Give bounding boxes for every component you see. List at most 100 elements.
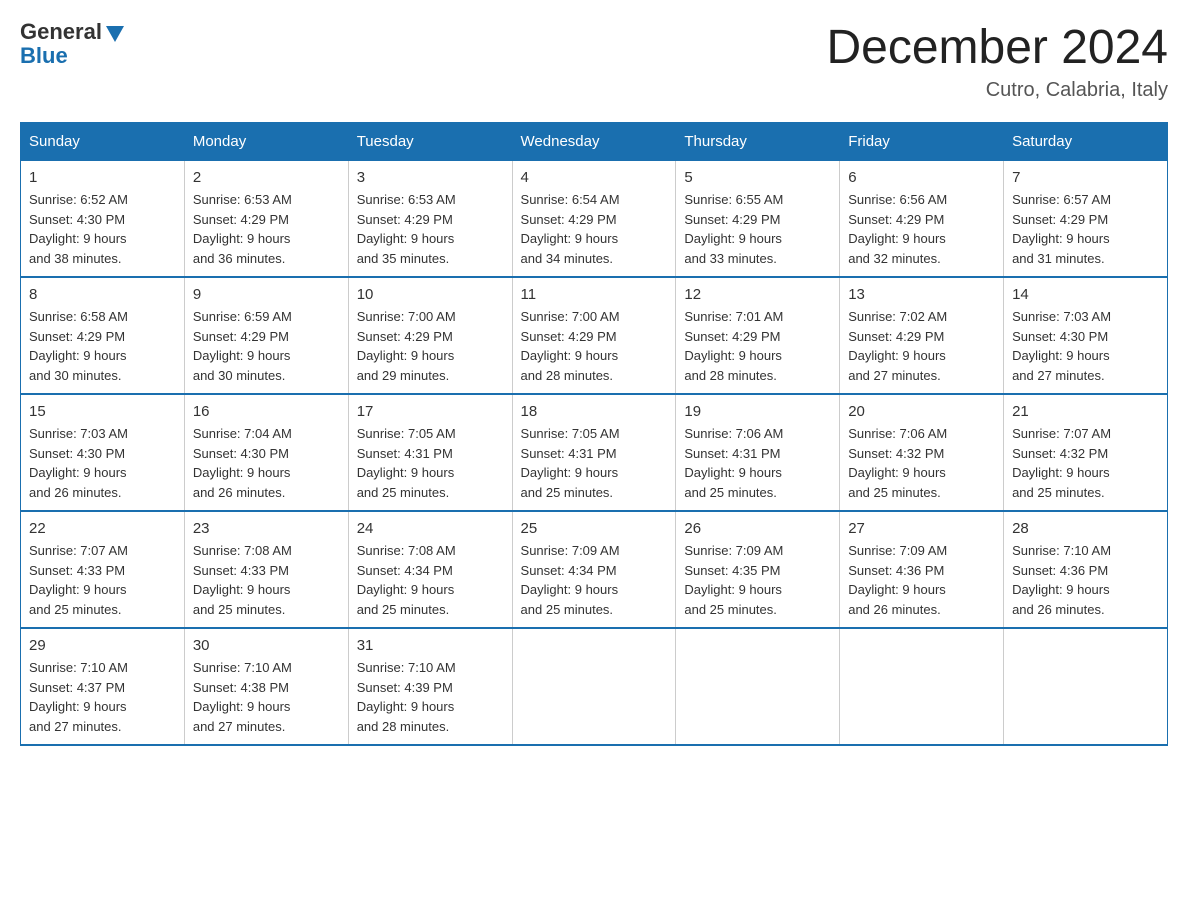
- day-number: 26: [684, 520, 831, 537]
- logo-top: General: [20, 20, 126, 44]
- calendar-cell: 16 Sunrise: 7:04 AM Sunset: 4:30 PM Dayl…: [184, 394, 348, 511]
- calendar-header-row: SundayMondayTuesdayWednesdayThursdayFrid…: [21, 123, 1168, 161]
- calendar-cell: [840, 628, 1004, 745]
- calendar-cell: [1004, 628, 1168, 745]
- day-info: Sunrise: 7:10 AM Sunset: 4:39 PM Dayligh…: [357, 658, 504, 736]
- day-info: Sunrise: 7:00 AM Sunset: 4:29 PM Dayligh…: [521, 307, 668, 385]
- day-info: Sunrise: 7:05 AM Sunset: 4:31 PM Dayligh…: [357, 424, 504, 502]
- day-number: 28: [1012, 520, 1159, 537]
- calendar-cell: 6 Sunrise: 6:56 AM Sunset: 4:29 PM Dayli…: [840, 161, 1004, 278]
- day-info: Sunrise: 7:02 AM Sunset: 4:29 PM Dayligh…: [848, 307, 995, 385]
- calendar-cell: 20 Sunrise: 7:06 AM Sunset: 4:32 PM Dayl…: [840, 394, 1004, 511]
- day-number: 4: [521, 169, 668, 186]
- day-info: Sunrise: 6:58 AM Sunset: 4:29 PM Dayligh…: [29, 307, 176, 385]
- weekday-header-sunday: Sunday: [21, 123, 185, 161]
- calendar-week-row: 8 Sunrise: 6:58 AM Sunset: 4:29 PM Dayli…: [21, 277, 1168, 394]
- day-number: 12: [684, 286, 831, 303]
- day-number: 11: [521, 286, 668, 303]
- day-number: 21: [1012, 403, 1159, 420]
- calendar-cell: 9 Sunrise: 6:59 AM Sunset: 4:29 PM Dayli…: [184, 277, 348, 394]
- calendar-cell: 10 Sunrise: 7:00 AM Sunset: 4:29 PM Dayl…: [348, 277, 512, 394]
- day-number: 30: [193, 637, 340, 654]
- calendar-cell: 31 Sunrise: 7:10 AM Sunset: 4:39 PM Dayl…: [348, 628, 512, 745]
- day-info: Sunrise: 7:03 AM Sunset: 4:30 PM Dayligh…: [1012, 307, 1159, 385]
- day-number: 3: [357, 169, 504, 186]
- day-info: Sunrise: 7:10 AM Sunset: 4:36 PM Dayligh…: [1012, 541, 1159, 619]
- day-info: Sunrise: 7:06 AM Sunset: 4:32 PM Dayligh…: [848, 424, 995, 502]
- weekday-header-saturday: Saturday: [1004, 123, 1168, 161]
- calendar-cell: 11 Sunrise: 7:00 AM Sunset: 4:29 PM Dayl…: [512, 277, 676, 394]
- calendar-cell: 2 Sunrise: 6:53 AM Sunset: 4:29 PM Dayli…: [184, 161, 348, 278]
- day-info: Sunrise: 7:10 AM Sunset: 4:38 PM Dayligh…: [193, 658, 340, 736]
- calendar-cell: 21 Sunrise: 7:07 AM Sunset: 4:32 PM Dayl…: [1004, 394, 1168, 511]
- calendar-cell: 30 Sunrise: 7:10 AM Sunset: 4:38 PM Dayl…: [184, 628, 348, 745]
- day-info: Sunrise: 7:07 AM Sunset: 4:33 PM Dayligh…: [29, 541, 176, 619]
- day-number: 8: [29, 286, 176, 303]
- day-info: Sunrise: 6:54 AM Sunset: 4:29 PM Dayligh…: [521, 190, 668, 268]
- calendar-cell: 8 Sunrise: 6:58 AM Sunset: 4:29 PM Dayli…: [21, 277, 185, 394]
- day-number: 2: [193, 169, 340, 186]
- day-number: 29: [29, 637, 176, 654]
- calendar-cell: 28 Sunrise: 7:10 AM Sunset: 4:36 PM Dayl…: [1004, 511, 1168, 628]
- day-info: Sunrise: 7:03 AM Sunset: 4:30 PM Dayligh…: [29, 424, 176, 502]
- calendar-cell: [676, 628, 840, 745]
- day-info: Sunrise: 6:53 AM Sunset: 4:29 PM Dayligh…: [193, 190, 340, 268]
- day-number: 24: [357, 520, 504, 537]
- calendar-cell: 19 Sunrise: 7:06 AM Sunset: 4:31 PM Dayl…: [676, 394, 840, 511]
- logo-general-text: General: [20, 19, 102, 44]
- day-info: Sunrise: 6:59 AM Sunset: 4:29 PM Dayligh…: [193, 307, 340, 385]
- day-info: Sunrise: 7:09 AM Sunset: 4:34 PM Dayligh…: [521, 541, 668, 619]
- day-number: 18: [521, 403, 668, 420]
- day-number: 10: [357, 286, 504, 303]
- day-number: 31: [357, 637, 504, 654]
- calendar-cell: 25 Sunrise: 7:09 AM Sunset: 4:34 PM Dayl…: [512, 511, 676, 628]
- location: Cutro, Calabria, Italy: [826, 79, 1168, 102]
- calendar-cell: 18 Sunrise: 7:05 AM Sunset: 4:31 PM Dayl…: [512, 394, 676, 511]
- day-info: Sunrise: 7:01 AM Sunset: 4:29 PM Dayligh…: [684, 307, 831, 385]
- day-number: 19: [684, 403, 831, 420]
- day-info: Sunrise: 7:07 AM Sunset: 4:32 PM Dayligh…: [1012, 424, 1159, 502]
- calendar-cell: 29 Sunrise: 7:10 AM Sunset: 4:37 PM Dayl…: [21, 628, 185, 745]
- day-info: Sunrise: 6:55 AM Sunset: 4:29 PM Dayligh…: [684, 190, 831, 268]
- day-number: 22: [29, 520, 176, 537]
- day-number: 27: [848, 520, 995, 537]
- day-number: 7: [1012, 169, 1159, 186]
- calendar-cell: 4 Sunrise: 6:54 AM Sunset: 4:29 PM Dayli…: [512, 161, 676, 278]
- day-info: Sunrise: 6:56 AM Sunset: 4:29 PM Dayligh…: [848, 190, 995, 268]
- day-number: 17: [357, 403, 504, 420]
- weekday-header-thursday: Thursday: [676, 123, 840, 161]
- logo-triangle-icon: [104, 22, 126, 44]
- day-number: 23: [193, 520, 340, 537]
- day-info: Sunrise: 6:52 AM Sunset: 4:30 PM Dayligh…: [29, 190, 176, 268]
- logo: General Blue: [20, 20, 126, 68]
- calendar-cell: 13 Sunrise: 7:02 AM Sunset: 4:29 PM Dayl…: [840, 277, 1004, 394]
- logo-blue-text: Blue: [20, 44, 126, 68]
- calendar-cell: 23 Sunrise: 7:08 AM Sunset: 4:33 PM Dayl…: [184, 511, 348, 628]
- day-number: 14: [1012, 286, 1159, 303]
- calendar-table: SundayMondayTuesdayWednesdayThursdayFrid…: [20, 122, 1168, 746]
- day-info: Sunrise: 7:10 AM Sunset: 4:37 PM Dayligh…: [29, 658, 176, 736]
- day-number: 25: [521, 520, 668, 537]
- calendar-week-row: 29 Sunrise: 7:10 AM Sunset: 4:37 PM Dayl…: [21, 628, 1168, 745]
- day-number: 20: [848, 403, 995, 420]
- day-info: Sunrise: 7:08 AM Sunset: 4:33 PM Dayligh…: [193, 541, 340, 619]
- day-info: Sunrise: 7:00 AM Sunset: 4:29 PM Dayligh…: [357, 307, 504, 385]
- day-number: 15: [29, 403, 176, 420]
- day-info: Sunrise: 7:09 AM Sunset: 4:35 PM Dayligh…: [684, 541, 831, 619]
- calendar-cell: 24 Sunrise: 7:08 AM Sunset: 4:34 PM Dayl…: [348, 511, 512, 628]
- weekday-header-wednesday: Wednesday: [512, 123, 676, 161]
- day-number: 13: [848, 286, 995, 303]
- weekday-header-friday: Friday: [840, 123, 1004, 161]
- calendar-week-row: 15 Sunrise: 7:03 AM Sunset: 4:30 PM Dayl…: [21, 394, 1168, 511]
- calendar-cell: 22 Sunrise: 7:07 AM Sunset: 4:33 PM Dayl…: [21, 511, 185, 628]
- calendar-cell: 7 Sunrise: 6:57 AM Sunset: 4:29 PM Dayli…: [1004, 161, 1168, 278]
- day-number: 9: [193, 286, 340, 303]
- calendar-week-row: 1 Sunrise: 6:52 AM Sunset: 4:30 PM Dayli…: [21, 161, 1168, 278]
- calendar-cell: 3 Sunrise: 6:53 AM Sunset: 4:29 PM Dayli…: [348, 161, 512, 278]
- calendar-cell: 17 Sunrise: 7:05 AM Sunset: 4:31 PM Dayl…: [348, 394, 512, 511]
- calendar-cell: 27 Sunrise: 7:09 AM Sunset: 4:36 PM Dayl…: [840, 511, 1004, 628]
- calendar-cell: [512, 628, 676, 745]
- day-info: Sunrise: 6:57 AM Sunset: 4:29 PM Dayligh…: [1012, 190, 1159, 268]
- page-header: General Blue December 2024 Cutro, Calabr…: [20, 20, 1168, 102]
- day-number: 16: [193, 403, 340, 420]
